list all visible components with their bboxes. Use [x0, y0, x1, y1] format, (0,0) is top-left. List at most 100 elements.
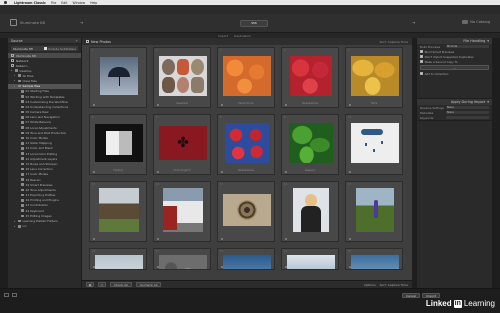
- include-checkbox-icon[interactable]: [285, 266, 287, 268]
- disclosure-triangle-icon[interactable]: ▸: [14, 85, 16, 88]
- checkbox-icon[interactable]: [420, 50, 423, 53]
- cancel-button[interactable]: Cancel: [401, 293, 421, 298]
- include-checkbox-icon[interactable]: [349, 171, 351, 173]
- destination-selector[interactable]: No Catalog: [462, 20, 490, 24]
- folder-icon: [20, 90, 24, 93]
- thumbnail-image[interactable]: [159, 255, 207, 269]
- include-checkbox-icon[interactable]: [93, 104, 95, 106]
- thumbnail-image[interactable]: [351, 188, 399, 232]
- thumbnail-image[interactable]: [223, 188, 271, 232]
- thumbnail-cell[interactable]: 8 Strawberries: [217, 114, 275, 175]
- thumbnail-cell[interactable]: 12: [153, 181, 211, 242]
- include-checkbox-icon[interactable]: [221, 238, 223, 240]
- thumbnail-cell[interactable]: 13: [217, 181, 275, 242]
- thumbnail-image[interactable]: [287, 54, 335, 98]
- include-checkbox-icon[interactable]: [93, 238, 95, 240]
- develop-settings-select[interactable]: None: [446, 105, 489, 110]
- sort-toolbar-label[interactable]: Sort: Capture Time: [380, 283, 408, 287]
- menu-edit[interactable]: Edit: [61, 1, 67, 5]
- thumbnail-index: 7: [156, 116, 158, 119]
- thumbnail-cell[interactable]: 9 Peppers: [281, 114, 339, 175]
- tab-import[interactable]: Import: [218, 34, 228, 38]
- thumbnail-image[interactable]: [159, 188, 207, 232]
- source-panel-header[interactable]: Source +: [8, 38, 81, 44]
- tab-destination[interactable]: Destination: [234, 34, 251, 38]
- thumbnail-image[interactable]: [287, 188, 335, 232]
- thumbnail-cell[interactable]: 1: [89, 47, 147, 108]
- thumbnail-image[interactable]: [351, 121, 399, 165]
- include-checkbox-icon[interactable]: [157, 238, 159, 240]
- thumbnail-cell[interactable]: 4 Strawberries: [281, 47, 339, 108]
- thumbnail-image[interactable]: [95, 188, 143, 232]
- thumbnail-cell[interactable]: 15: [345, 181, 403, 242]
- thumbnail-cell[interactable]: 6 Folding: [89, 114, 147, 175]
- source-panel: Source + Illuminate 88 Include Subfolder…: [8, 38, 82, 288]
- select-all-icon[interactable]: [86, 40, 89, 43]
- thumbnail-image[interactable]: [351, 255, 399, 269]
- thumbnail-cell[interactable]: 2 Seashells: [153, 47, 211, 108]
- include-checkbox-icon[interactable]: [93, 266, 95, 268]
- panel-toggle-icon[interactable]: [12, 293, 17, 297]
- thumbnail-cell[interactable]: 19: [281, 248, 339, 270]
- source-catalog-label[interactable]: Illuminate 88: [20, 20, 45, 25]
- thumbnail-cell[interactable]: 5 Yams: [345, 47, 403, 108]
- thumbnail-image[interactable]: [95, 255, 143, 269]
- check-all-button[interactable]: Check All: [110, 282, 132, 287]
- panel-toggle-icon[interactable]: [4, 293, 9, 297]
- thumbnail-image[interactable]: ✤: [159, 121, 207, 165]
- uncheck-all-button[interactable]: Uncheck All: [135, 282, 162, 287]
- checkbox-icon[interactable]: [420, 55, 423, 58]
- thumbnail-image[interactable]: [287, 255, 335, 269]
- thumbnail-image[interactable]: [95, 121, 143, 165]
- disclosure-triangle-icon[interactable]: ▸: [14, 220, 16, 223]
- add-icon[interactable]: +: [75, 39, 78, 43]
- second-copy-row[interactable]: Make a Second Copy To: [417, 59, 492, 64]
- disclosure-triangle-icon[interactable]: ▸: [11, 69, 13, 72]
- import-mode-selector[interactable]: sss: [240, 20, 268, 27]
- folder-tree-item[interactable]: ▸ Lrc: [8, 224, 81, 229]
- thumbnail-cell[interactable]: 17: [153, 248, 211, 270]
- menu-app-name[interactable]: Lightroom Classic: [14, 1, 46, 5]
- thumbnail-image[interactable]: [351, 54, 399, 98]
- checkbox-icon[interactable]: [420, 60, 423, 63]
- menu-help[interactable]: Help: [90, 1, 97, 5]
- disclosure-triangle-icon[interactable]: ▸: [14, 79, 16, 82]
- second-copy-location[interactable]: …: [420, 65, 489, 70]
- include-checkbox-icon[interactable]: [157, 266, 159, 268]
- include-checkbox-icon[interactable]: [221, 266, 223, 268]
- thumbnail-image[interactable]: [95, 54, 143, 98]
- thumbnail-cell[interactable]: 10: [345, 114, 403, 175]
- keywords-input[interactable]: [446, 115, 489, 120]
- loupe-view-icon[interactable]: ▭: [98, 282, 106, 287]
- include-checkbox-icon[interactable]: [285, 238, 287, 240]
- thumbnail-cell[interactable]: 20: [345, 248, 403, 270]
- thumbnail-grid: 1 2 Seashells 3 Persimmons 4 Strawberries 5 Yams…: [89, 47, 405, 270]
- thumbnail-cell[interactable]: 18: [217, 248, 275, 270]
- grid-view-icon[interactable]: ▦: [86, 282, 94, 287]
- thumbnail-image[interactable]: [223, 255, 271, 269]
- thumbnail-index: 1: [92, 49, 94, 52]
- apple-icon[interactable]: [4, 0, 7, 4]
- menu-file[interactable]: File: [51, 1, 56, 5]
- thumbnail-image[interactable]: [223, 121, 271, 165]
- include-checkbox-icon[interactable]: [349, 238, 351, 240]
- checkbox-icon[interactable]: [420, 72, 423, 75]
- sort-selector[interactable]: Sort: Capture Time: [380, 40, 408, 44]
- include-checkbox-icon[interactable]: [349, 266, 351, 268]
- thumbnail-cell[interactable]: 7 ✤ Hummingbird: [153, 114, 211, 175]
- build-previews-select[interactable]: Minimal: [446, 44, 489, 49]
- import-button[interactable]: Import: [422, 293, 440, 298]
- disclosure-triangle-icon[interactable]: ▸: [14, 225, 16, 228]
- thumbnail-cell[interactable]: 16: [89, 248, 147, 270]
- menu-window[interactable]: Window: [72, 1, 85, 5]
- disclosure-triangle-icon[interactable]: ▸: [14, 74, 16, 77]
- thumbnail-image[interactable]: [223, 54, 271, 98]
- include-subfolders-checkbox[interactable]: Include Subfolders: [44, 47, 76, 51]
- source-selector[interactable]: Illuminate 88 Include Subfolders: [11, 46, 78, 51]
- thumbnail-cell[interactable]: 14: [281, 181, 339, 242]
- thumbnail-image[interactable]: [287, 121, 335, 165]
- thumbnail-cell[interactable]: 3 Persimmons: [217, 47, 275, 108]
- thumbnail-image[interactable]: [159, 54, 207, 98]
- thumbnail-cell[interactable]: 11: [89, 181, 147, 242]
- metadata-select[interactable]: None: [446, 110, 489, 115]
